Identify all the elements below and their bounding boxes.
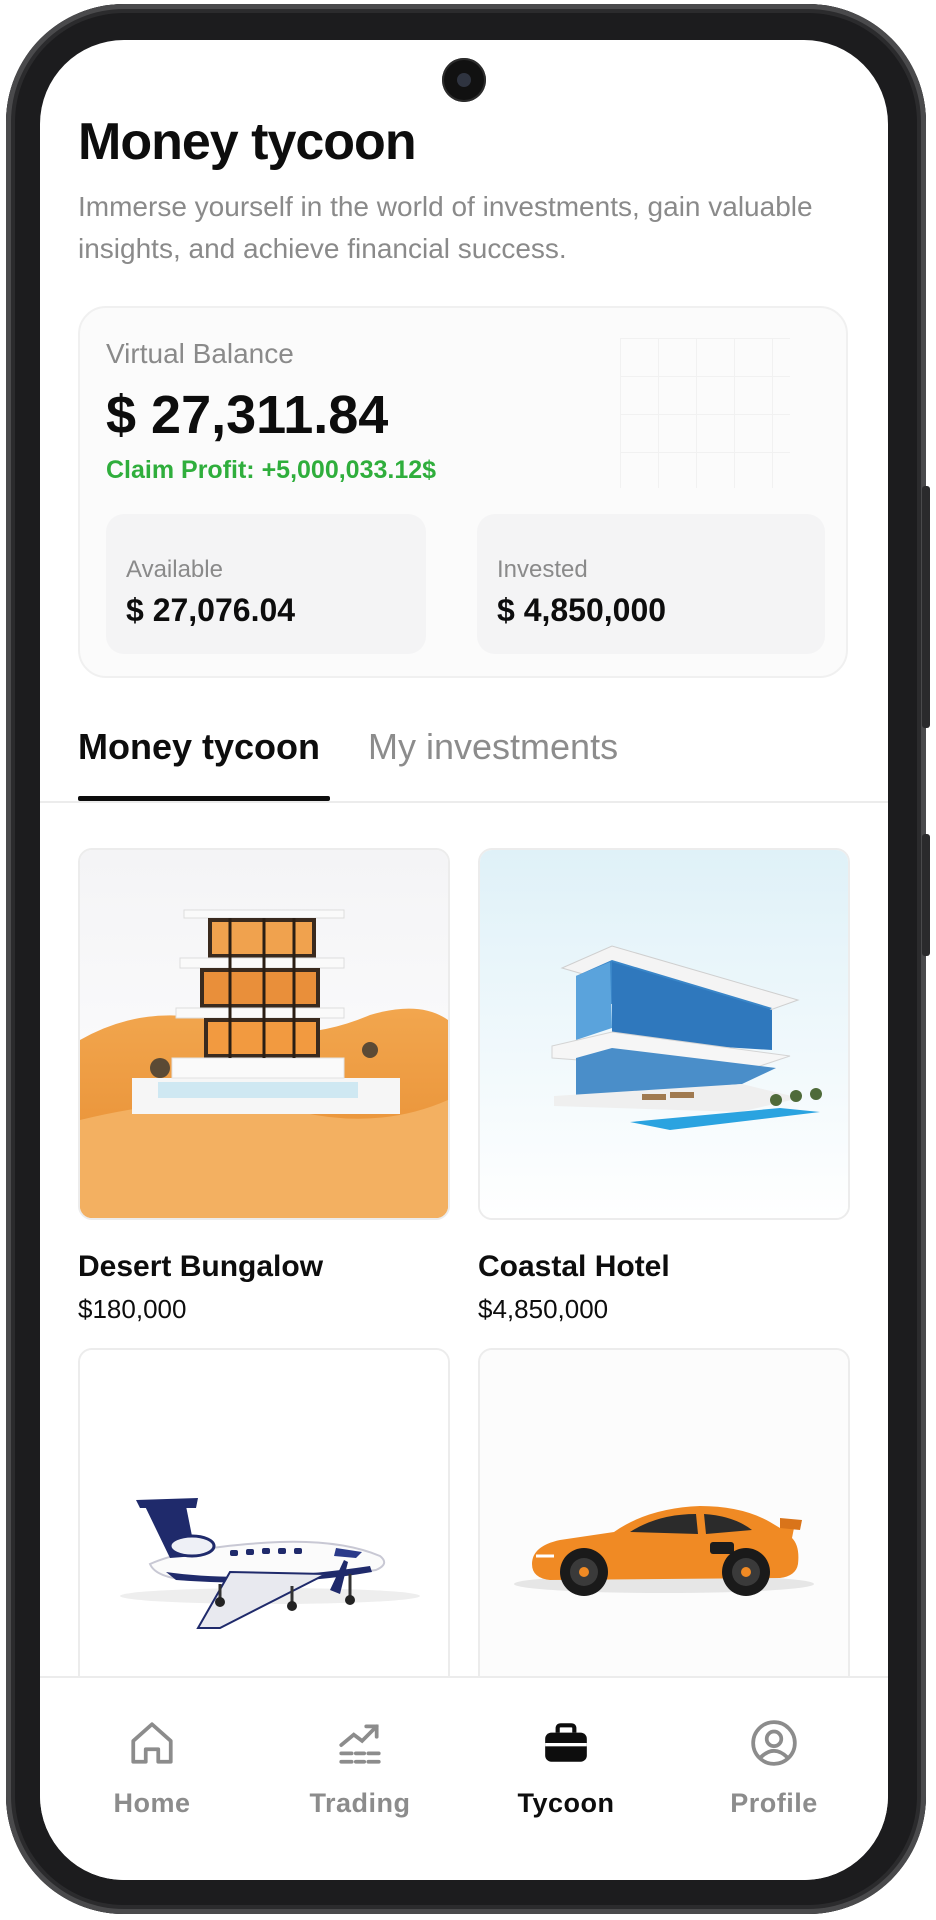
home-icon [131,1722,173,1764]
investment-card-sports-car[interactable] [478,1348,850,1720]
invested-box: Invested $ 4,850,000 [477,514,825,654]
coastal-hotel-image [480,850,848,1218]
claim-profit-link[interactable]: Claim Profit: +5,000,033.12$ [106,456,436,485]
sports-car-image [480,1350,848,1718]
tab-money-tycoon[interactable]: Money tycoon [78,726,320,768]
investment-card-private-jet[interactable] [78,1348,450,1720]
virtual-balance-amount: $ 27,311.84 [106,385,389,445]
tab-my-investments[interactable]: My investments [368,726,618,768]
front-camera [442,58,486,102]
available-value: $ 27,076.04 [126,592,296,628]
nav-trading-label: Trading [309,1788,411,1818]
volume-button [922,486,930,728]
nav-trading[interactable]: Trading [260,1718,460,1819]
virtual-balance-label: Virtual Balance [106,338,294,369]
nav-tycoon-label: Tycoon [517,1788,615,1818]
item-price: $4,850,000 [478,1294,609,1324]
nav-profile[interactable]: Profile [674,1718,874,1819]
item-name: Coastal Hotel [478,1250,670,1283]
available-box: Available $ 27,076.04 [106,514,426,654]
item-price: $180,000 [78,1294,187,1324]
trading-icon [339,1724,381,1764]
nav-home-label: Home [113,1788,191,1818]
bottom-navigation: Home Trading Tycoon Profile [40,1676,888,1880]
invested-label: Invested [497,556,588,583]
card-grid-pattern [620,338,790,488]
available-label: Available [126,556,223,583]
nav-tycoon[interactable]: Tycoon [466,1718,666,1819]
tab-divider [40,801,888,803]
page-subtitle: Immerse yourself in the world of investm… [78,191,813,264]
app-screen: Money tycoon Immerse yourself in the wor… [40,40,888,1880]
power-button [922,834,930,956]
nav-home[interactable]: Home [52,1718,252,1819]
private-jet-image [80,1350,448,1718]
nav-profile-label: Profile [730,1788,818,1818]
item-name: Desert Bungalow [78,1250,324,1283]
page-title: Money tycoon [78,113,417,171]
briefcase-icon [545,1723,587,1762]
investment-card-coastal-hotel[interactable] [478,848,850,1220]
desert-bungalow-image [80,850,448,1218]
investment-card-desert-bungalow[interactable] [78,848,450,1220]
invested-value: $ 4,850,000 [497,592,667,628]
profile-icon [751,1720,797,1766]
balance-card: Virtual Balance $ 27,311.84 Claim Profit… [78,306,848,678]
